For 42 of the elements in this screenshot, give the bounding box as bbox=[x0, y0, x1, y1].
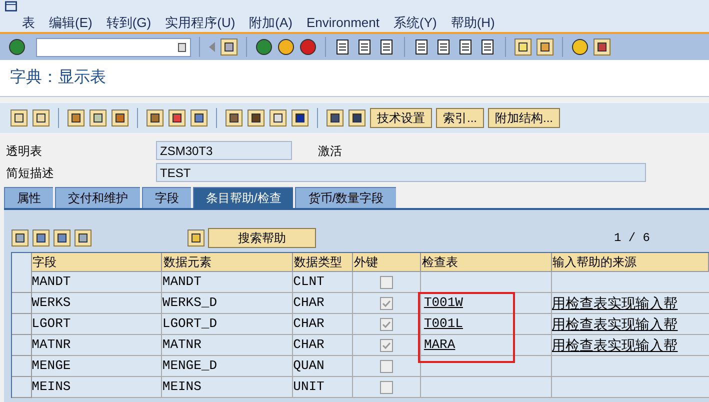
header-selector bbox=[12, 253, 32, 272]
toolbar-button[interactable]: 索引... bbox=[436, 108, 484, 128]
value-field[interactable]: ZSM30T3 bbox=[156, 141, 292, 160]
tab[interactable]: 属性 bbox=[4, 187, 53, 208]
tab[interactable]: 货币/数量字段 bbox=[295, 187, 396, 208]
check-table-link[interactable]: T001W bbox=[422, 293, 463, 313]
screen-title: 字典：显示表 bbox=[10, 68, 106, 88]
check-table-link[interactable]: T001L bbox=[422, 314, 463, 334]
checkbox[interactable] bbox=[380, 338, 394, 352]
toolbar-button[interactable]: 技术设置 bbox=[370, 108, 432, 128]
table-cell: MEINS bbox=[162, 377, 294, 398]
menu-item[interactable]: 帮助(H) bbox=[450, 12, 495, 32]
check-table-link[interactable]: MARA bbox=[422, 335, 456, 355]
input-help-link[interactable]: 用检查表实现输入帮 bbox=[552, 293, 678, 313]
tab[interactable]: 字段 bbox=[142, 187, 191, 208]
tab[interactable]: 条目帮助/检查 bbox=[193, 187, 294, 208]
window-menu-icon[interactable] bbox=[4, 1, 18, 12]
checkbox[interactable] bbox=[380, 296, 394, 310]
checkbox[interactable] bbox=[380, 318, 394, 330]
table-cell: UNIT bbox=[293, 377, 354, 398]
menu-item[interactable]: 表 bbox=[22, 12, 35, 32]
checkbox[interactable] bbox=[380, 360, 394, 372]
menu-item[interactable]: 附加(A) bbox=[249, 12, 293, 32]
value-field[interactable]: TEST bbox=[156, 163, 646, 182]
tab[interactable]: 交付和维护 bbox=[55, 187, 140, 208]
input-help-link[interactable]: 用检查表实现输入帮 bbox=[552, 335, 678, 355]
search-help-button[interactable]: 搜索帮助 bbox=[208, 228, 316, 248]
page-counter: 1 / 6 bbox=[614, 230, 650, 246]
menu-item[interactable]: 编辑(E) bbox=[49, 12, 92, 32]
menu-item[interactable]: Environment bbox=[306, 12, 380, 32]
table-cell: MEINS bbox=[32, 377, 162, 398]
checkbox[interactable] bbox=[380, 380, 394, 394]
toolbar-button[interactable]: 附加结构... bbox=[488, 108, 560, 128]
command-field[interactable] bbox=[36, 38, 191, 56]
field-label: 简短描述 bbox=[5, 164, 55, 182]
menu-item[interactable]: 实用程序(U) bbox=[165, 12, 236, 32]
input-help-link[interactable]: 用检查表实现输入帮 bbox=[552, 314, 678, 334]
field-label: 透明表 bbox=[5, 142, 43, 160]
checkbox[interactable] bbox=[380, 276, 394, 288]
status-text: 激活 bbox=[318, 142, 342, 160]
menu-item[interactable]: 系统(Y) bbox=[394, 12, 437, 32]
menu-item[interactable]: 转到(G) bbox=[106, 12, 152, 32]
